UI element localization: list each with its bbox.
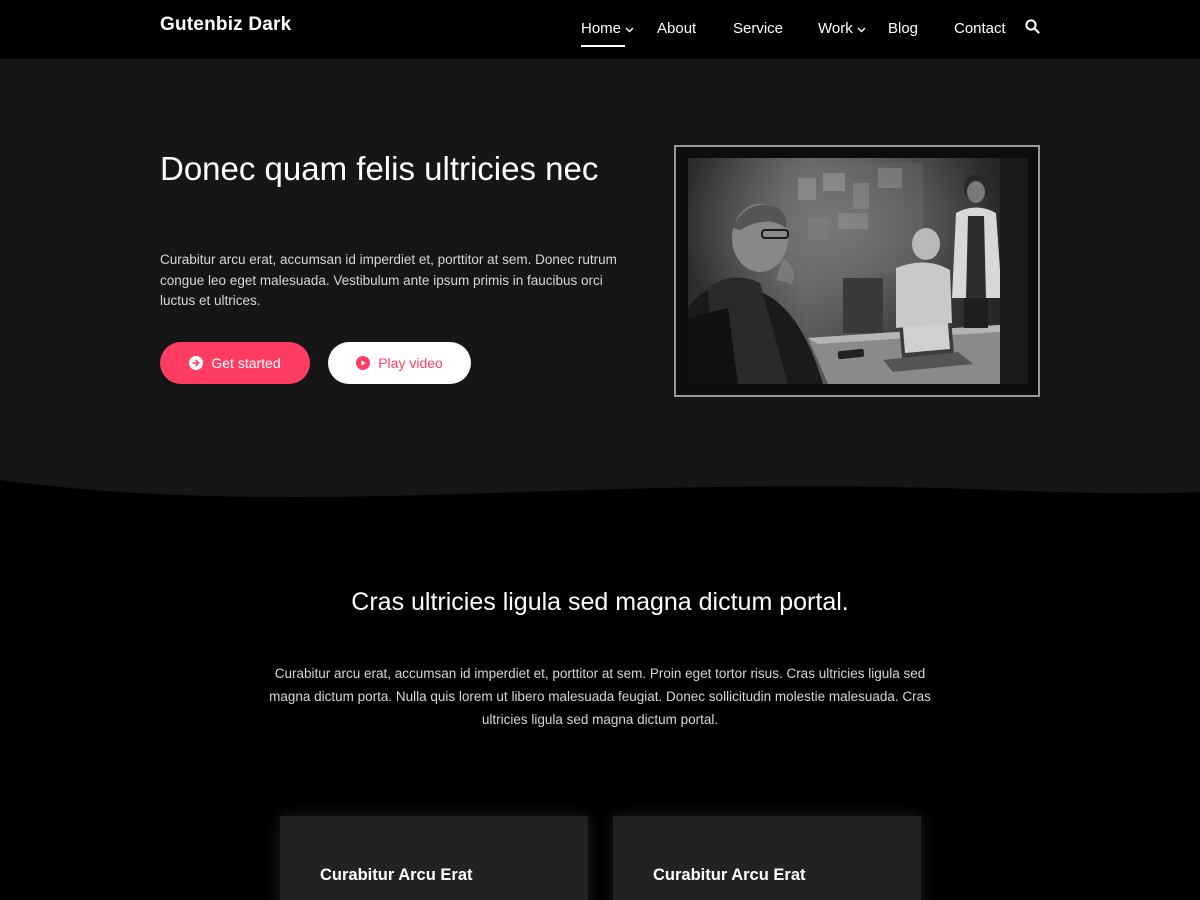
play-video-label: Play video: [378, 355, 443, 371]
chevron-down-icon: [625, 20, 634, 37]
feature-card: Curabitur Arcu Erat: [280, 816, 588, 900]
get-started-button[interactable]: Get started: [160, 342, 310, 384]
hero-wave-divider: [0, 470, 1200, 510]
arrow-right-circle-icon: [189, 356, 204, 370]
nav-item-home[interactable]: Home: [581, 15, 634, 47]
intro-text: Curabitur arcu erat, accumsan id imperdi…: [269, 666, 931, 727]
nav-item-label: Contact: [954, 19, 1006, 37]
nav-item-label: Work: [818, 19, 853, 37]
active-nav-underline: [581, 45, 625, 47]
nav-item-label: Home: [581, 19, 622, 37]
play-circle-icon: [356, 356, 371, 370]
feature-card: Curabitur Arcu Erat: [613, 816, 921, 900]
chevron-down-icon: [857, 20, 866, 37]
hero-description: Curabitur arcu erat, accumsan id imperdi…: [160, 252, 617, 308]
main-nav: Home About Service Work Blog Contact: [0, 15, 1200, 47]
feature-card-title: Curabitur Arcu Erat: [653, 866, 806, 884]
nav-item-about[interactable]: About: [657, 15, 696, 41]
nav-item-label: About: [657, 19, 697, 37]
hero-image-office-meeting: [688, 158, 1028, 384]
nav-item-label: Blog: [888, 19, 919, 37]
nav-item-work[interactable]: Work: [818, 15, 866, 41]
intro-title: Cras ultricies ligula sed magna dictum p…: [351, 588, 849, 616]
nav-item-blog[interactable]: Blog: [888, 15, 918, 41]
nav-item-service[interactable]: Service: [733, 15, 783, 41]
get-started-label: Get started: [211, 355, 281, 371]
nav-item-contact[interactable]: Contact: [954, 15, 1006, 41]
site-header: Gutenbiz Dark Home About Service Work Bl…: [0, 0, 1200, 60]
feature-card-title: Curabitur Arcu Erat: [320, 866, 473, 884]
search-icon[interactable]: [1025, 19, 1040, 39]
nav-item-label: Service: [733, 19, 784, 37]
play-video-button[interactable]: Play video: [328, 342, 471, 384]
hero-title: Donec quam felis ultricies nec: [160, 150, 599, 187]
